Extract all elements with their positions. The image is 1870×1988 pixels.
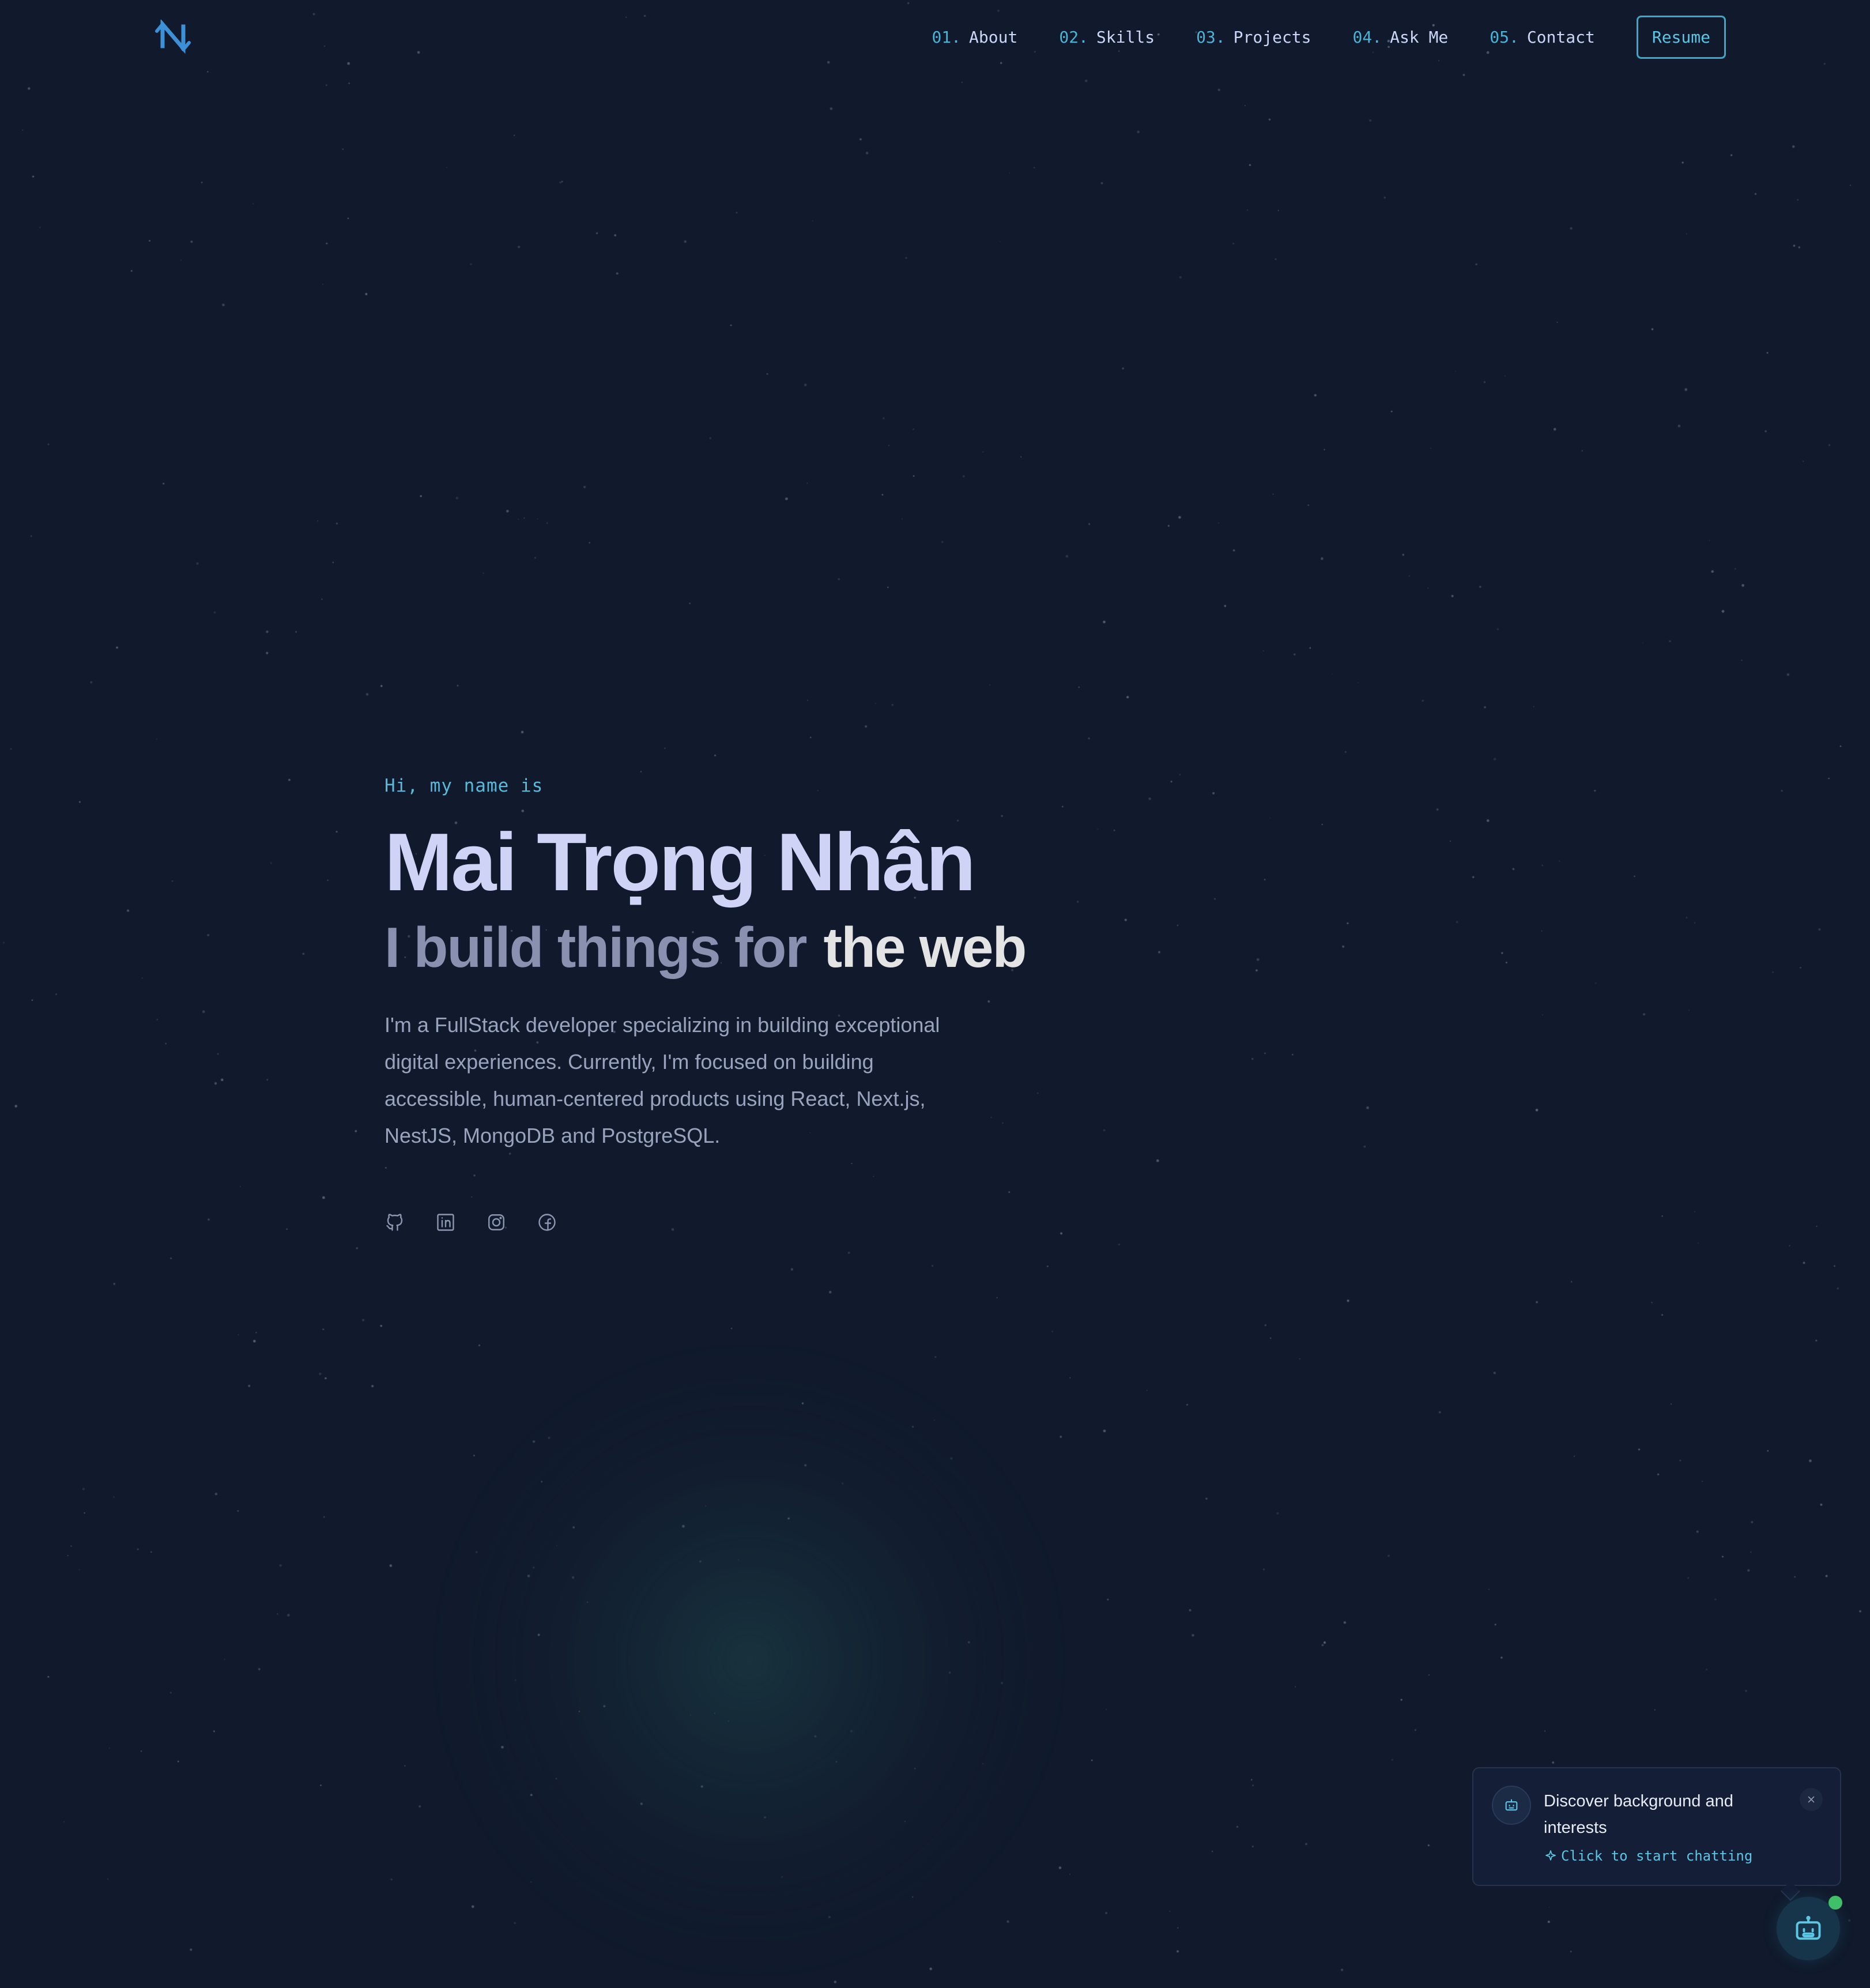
nav-item-projects[interactable]: 03. Projects xyxy=(1196,28,1311,47)
nav-label: Skills xyxy=(1096,27,1155,47)
nav-label: Ask Me xyxy=(1390,27,1449,47)
github-link[interactable] xyxy=(384,1212,405,1233)
nav-item-about[interactable]: 01. About xyxy=(932,28,1017,47)
hero-name: Mai Trọng Nhân xyxy=(384,816,976,908)
nav-number: 03. xyxy=(1196,27,1226,47)
sparkle-icon xyxy=(1545,1850,1556,1861)
resume-button[interactable]: Resume xyxy=(1636,15,1726,59)
logo[interactable] xyxy=(154,18,198,54)
nav-label: About xyxy=(969,27,1018,47)
robot-icon xyxy=(1505,1799,1518,1811)
tagline-part2: the web xyxy=(823,916,1027,980)
facebook-icon xyxy=(538,1214,556,1231)
hero-description: I'm a FullStack developer specializing i… xyxy=(384,1012,940,1147)
n-monogram-logo-icon xyxy=(155,18,191,54)
facebook-link[interactable] xyxy=(537,1212,557,1233)
background-glow xyxy=(404,1315,1095,1988)
chat-title: Discover background and interests xyxy=(1544,1792,1733,1837)
instagram-icon xyxy=(488,1214,504,1230)
start-chat-label: Click to start chatting xyxy=(1561,1848,1753,1864)
hero-section: Hi, my name is Mai Trọng Nhân I build th… xyxy=(384,775,1076,1233)
github-icon xyxy=(386,1214,403,1231)
nav-item-ask-me[interactable]: 04. Ask Me xyxy=(1353,28,1449,47)
nav-label: Contact xyxy=(1526,27,1595,47)
close-icon xyxy=(1808,1796,1815,1803)
hero-tagline: I build things for the web xyxy=(384,916,1076,980)
chat-avatar xyxy=(1492,1786,1531,1825)
start-chat-link[interactable]: Click to start chatting xyxy=(1544,1848,1752,1864)
tagline-part1: I build things for xyxy=(384,916,808,980)
linkedin-icon xyxy=(437,1214,454,1231)
online-status-dot xyxy=(1828,1896,1842,1910)
nav-item-skills[interactable]: 02. Skills xyxy=(1059,28,1155,47)
close-button[interactable] xyxy=(1800,1788,1823,1811)
nav-label: Projects xyxy=(1233,27,1311,47)
hero-greeting: Hi, my name is xyxy=(384,775,544,796)
instagram-link[interactable] xyxy=(486,1212,507,1233)
nav-number: 02. xyxy=(1059,27,1088,47)
nav-item-contact[interactable]: 05. Contact xyxy=(1490,28,1595,47)
social-links xyxy=(384,1212,1076,1233)
nav-number: 05. xyxy=(1490,27,1519,47)
nav-number: 04. xyxy=(1352,27,1382,47)
main-nav: 01. About 02. Skills 03. Projects 04. Ask Me… xyxy=(932,15,1726,59)
chat-prompt-card[interactable]: Discover background and interests Click … xyxy=(1472,1767,1841,1886)
linkedin-link[interactable] xyxy=(435,1212,456,1233)
robot-icon xyxy=(1796,1915,1821,1940)
nav-number: 01. xyxy=(932,27,962,47)
